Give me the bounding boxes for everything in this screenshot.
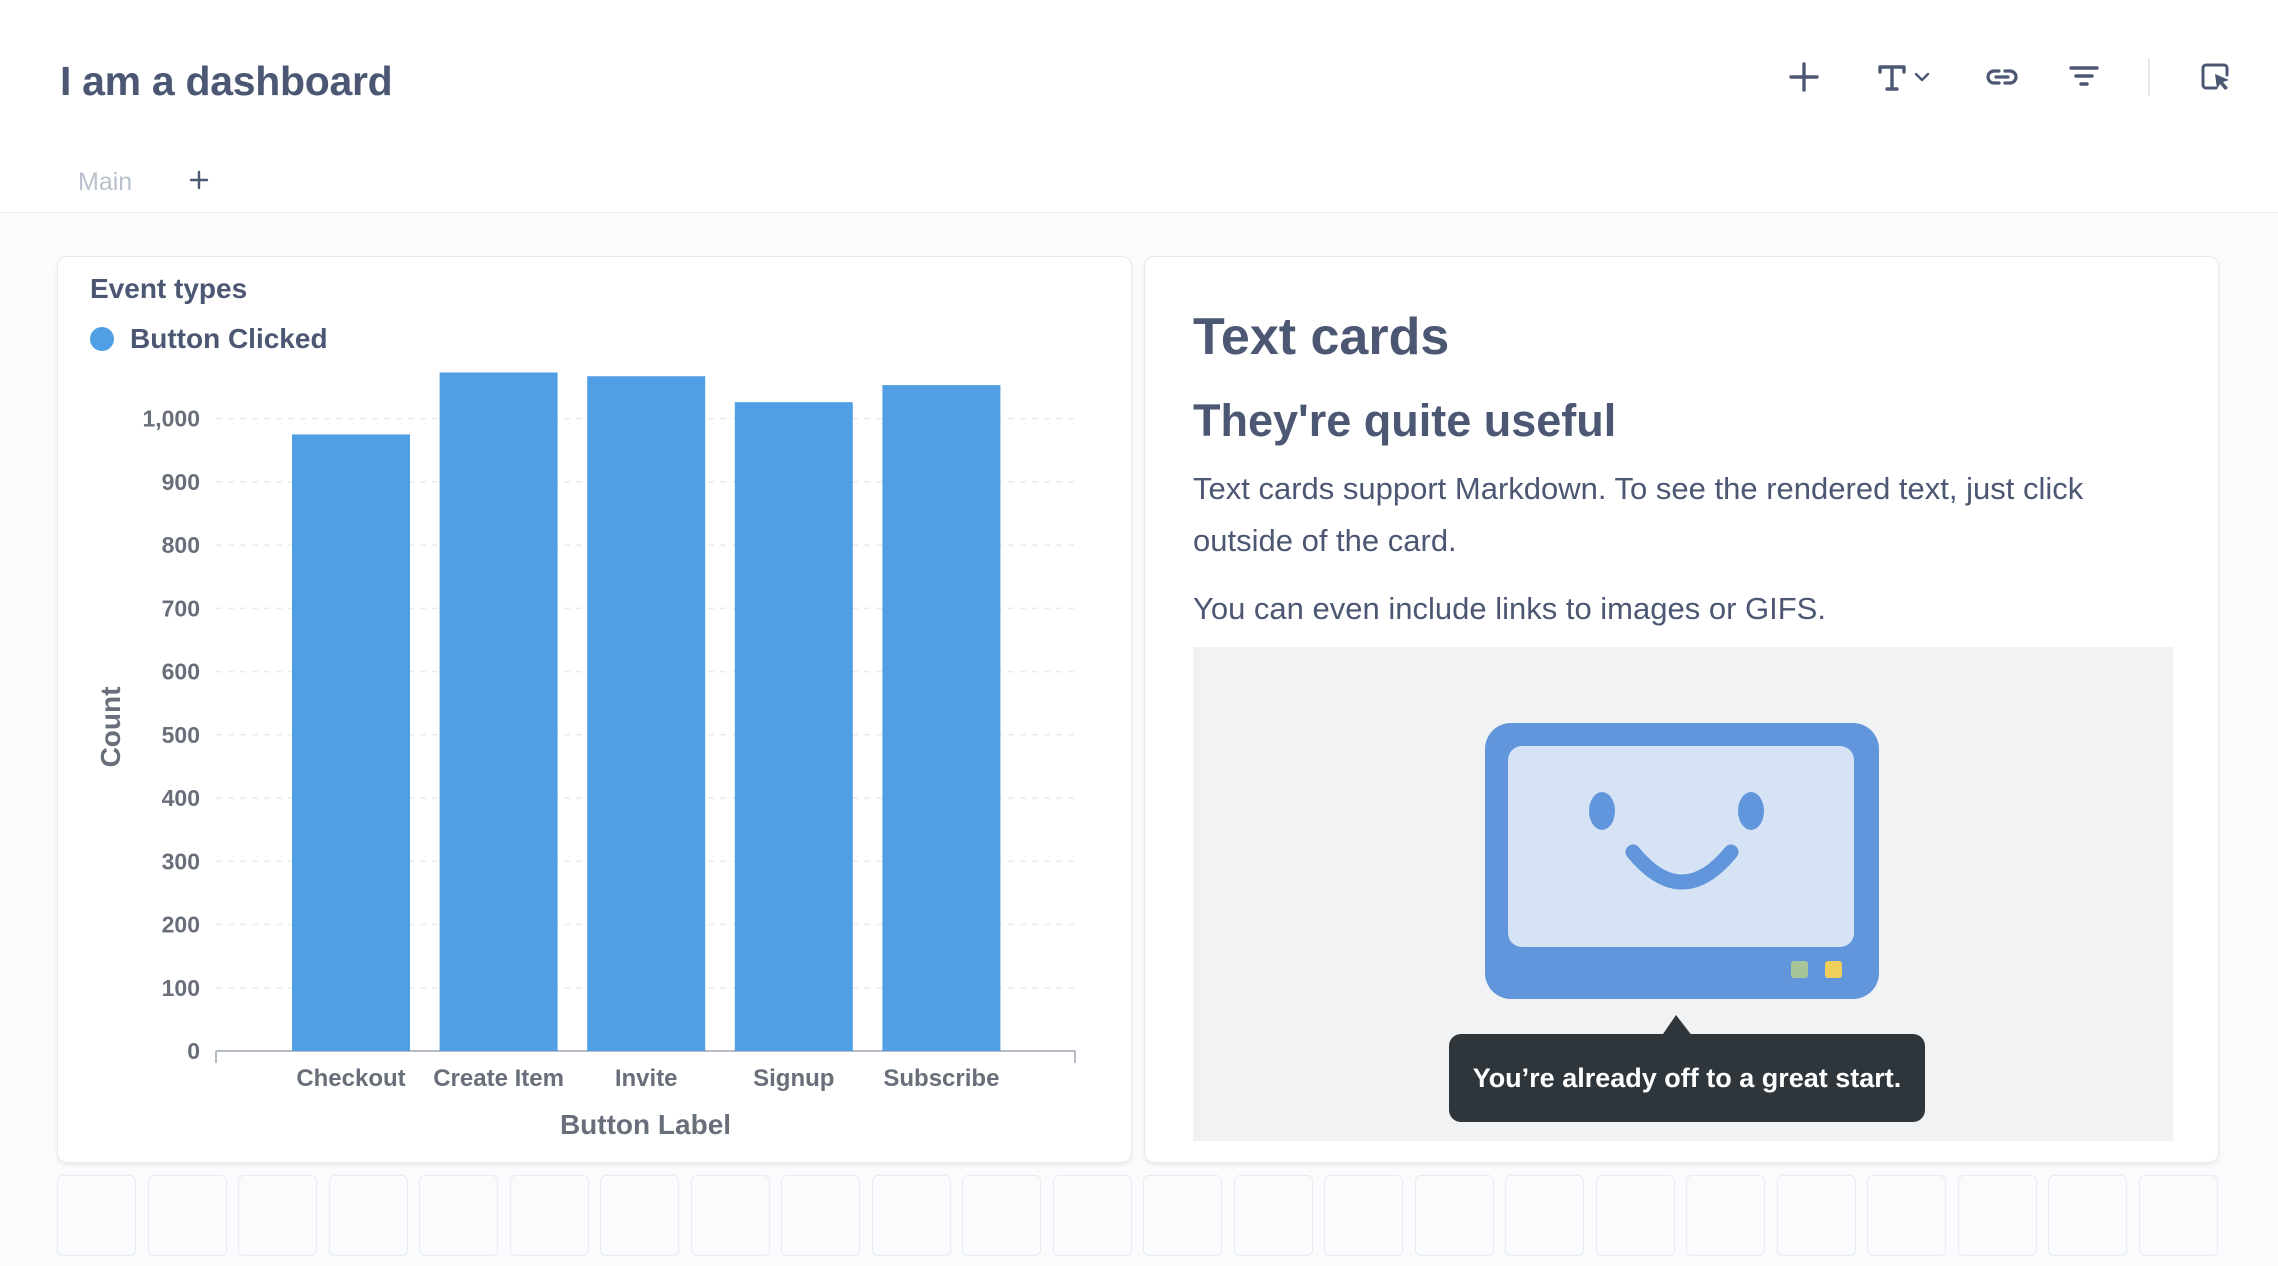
text-card-subheading: They're quite useful	[1193, 395, 1617, 446]
click-behavior-button[interactable]	[2196, 52, 2236, 102]
text-card-paragraph: Text cards support Markdown. To see the …	[1193, 471, 2084, 558]
grid-cell	[781, 1175, 860, 1256]
y-tick-label: 0	[187, 1038, 200, 1064]
bar	[734, 402, 853, 1051]
grid-cell	[1595, 1175, 1675, 1256]
add-tab-button[interactable]	[184, 160, 214, 200]
x-tick-label: Create Item	[433, 1065, 564, 1092]
text-card-heading: Text cards	[1193, 308, 1450, 366]
x-tick-label: Subscribe	[883, 1065, 999, 1092]
grid-cell	[1867, 1175, 1946, 1256]
y-tick-label: 700	[162, 595, 200, 621]
y-tick-label: 200	[162, 912, 200, 938]
y-axis-title: Count	[95, 687, 126, 768]
y-tick-label: 100	[162, 975, 200, 1001]
grid-cell	[238, 1175, 317, 1256]
bar	[882, 385, 1001, 1051]
x-tick-label: Checkout	[296, 1065, 405, 1092]
text-card-paragraph: You can even include links to images or …	[1193, 591, 1826, 626]
add-text-card-button[interactable]	[1872, 52, 1936, 102]
speech-bubble-text: You’re already off to a great start.	[1472, 1062, 1902, 1093]
y-tick-label: 300	[162, 848, 200, 874]
filter-icon	[2069, 66, 2099, 86]
chart-card[interactable]: Event types Button Clicked 0 100 200 300 400…	[57, 256, 1132, 1163]
text-card-icon	[1878, 65, 1906, 91]
plus-icon	[189, 170, 209, 190]
grid-cell	[1143, 1175, 1222, 1256]
click-behavior-icon	[2201, 63, 2229, 90]
dashboard-toolbar	[0, 52, 2278, 102]
grid-cell	[1052, 1175, 1132, 1256]
grid-cell	[328, 1175, 408, 1256]
grid-cell	[419, 1175, 498, 1256]
bar	[292, 434, 410, 1051]
add-link-card-button[interactable]	[1982, 52, 2022, 102]
grid-cell	[2138, 1175, 2218, 1256]
tab-main[interactable]: Main	[78, 168, 132, 197]
x-tick-label: Signup	[753, 1065, 834, 1092]
add-question-button[interactable]	[1784, 52, 1824, 102]
dashboard-header: I am a dashboard Main	[0, 0, 2278, 213]
add-filter-button[interactable]	[2064, 52, 2104, 102]
grid-cell	[690, 1175, 770, 1256]
grid-cell	[509, 1175, 589, 1256]
y-tick-label: 800	[162, 532, 200, 558]
grid-cell	[962, 1175, 1041, 1256]
grid-cell	[1414, 1175, 1494, 1256]
grid-cell	[1776, 1175, 1856, 1256]
grid-cell	[2048, 1175, 2127, 1256]
chevron-down-icon	[1914, 72, 1930, 82]
grid-cell	[1233, 1175, 1313, 1256]
y-tick-label: 600	[162, 659, 200, 685]
text-card[interactable]: Text cards They're quite useful Text car…	[1144, 256, 2219, 1163]
grid-cell	[1957, 1175, 2037, 1256]
bar-chart: 0 100 200 300 400 500 600 700 800 900 1,000 Checkou…	[95, 372, 1076, 1140]
text-card-image: You’re already off to a great start.	[1193, 647, 2173, 1141]
y-tick-label: 900	[162, 469, 200, 495]
grid-cell	[871, 1175, 951, 1256]
dashboard-grid-placeholder	[57, 1175, 2219, 1256]
grid-cell	[600, 1175, 679, 1256]
add-icon	[1789, 62, 1819, 92]
grid-cell	[1686, 1175, 1765, 1256]
grid-cell	[57, 1175, 136, 1256]
bar	[587, 376, 706, 1051]
y-tick-label: 400	[162, 785, 200, 811]
grid-cell	[1324, 1175, 1403, 1256]
toolbar-divider	[2148, 58, 2150, 96]
grid-cell	[147, 1175, 227, 1256]
bar	[439, 372, 558, 1052]
link-icon	[1986, 69, 2018, 85]
y-tick-label: 500	[162, 722, 200, 748]
grid-cell	[1505, 1175, 1584, 1256]
y-tick-label: 1,000	[142, 406, 200, 432]
x-tick-label: Invite	[615, 1065, 678, 1092]
x-axis-title: Button Label	[560, 1109, 731, 1140]
speech-bubble: You’re already off to a great start.	[1449, 1034, 1925, 1122]
